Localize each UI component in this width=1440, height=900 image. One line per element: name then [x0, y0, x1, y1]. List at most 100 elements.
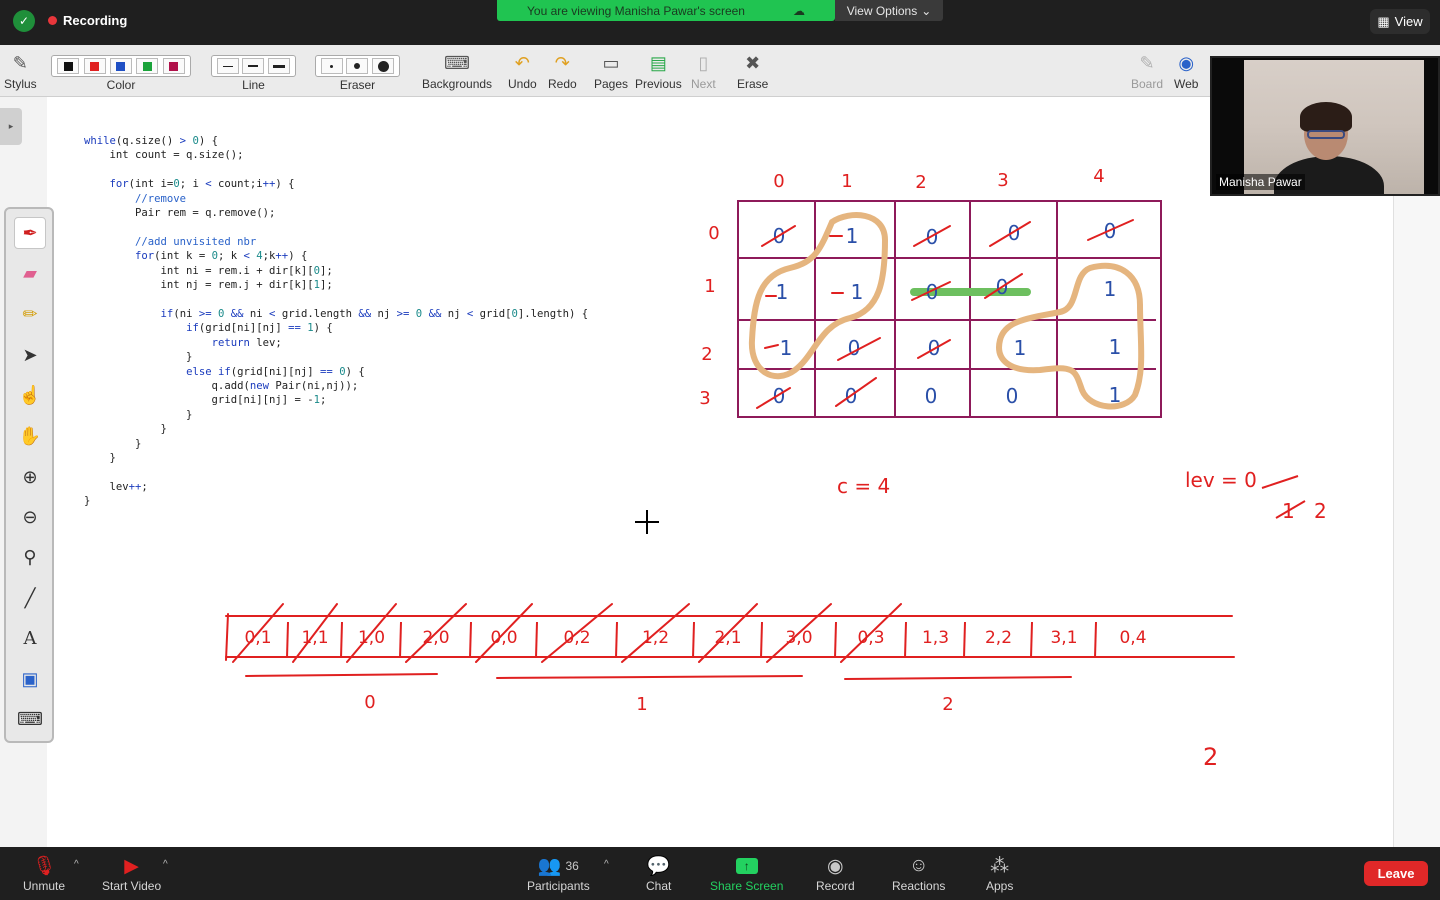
row-header: 3 [699, 388, 710, 409]
queue-cell-label: 1,2 [642, 628, 669, 648]
queue-group-underline [245, 673, 438, 677]
queue-divider [692, 621, 695, 659]
grid-cell: 1 [1109, 383, 1122, 407]
queue-divider [615, 621, 618, 659]
queue-group-label: 2 [942, 694, 953, 715]
share-screen-button[interactable]: ↑ Share Screen [710, 853, 783, 893]
reactions-button[interactable]: ☺ Reactions [892, 853, 945, 893]
person-glasses [1307, 130, 1345, 139]
queue-divider [834, 621, 837, 659]
count-note: c = 4 [837, 474, 890, 498]
queue-dividers [286, 621, 1097, 659]
person-hair [1300, 102, 1352, 132]
grid-cell: 0 [1006, 384, 1019, 408]
queue-cell-label: 0,3 [857, 628, 884, 648]
queue-divider [399, 621, 402, 659]
queue-divider [340, 621, 343, 659]
queue-cell-label: 2,1 [714, 628, 741, 648]
queue-cell-label: 0,0 [490, 628, 517, 648]
participant-video-tile[interactable]: Manisha Pawar [1210, 56, 1440, 196]
grid-cell: 0 [1008, 221, 1021, 245]
apps-icon: ⁂ [990, 855, 1010, 877]
col-header: 3 [997, 170, 1008, 191]
col-header: 4 [1093, 166, 1104, 187]
strike-mark [1261, 475, 1299, 489]
queue-strike-mark [346, 603, 397, 663]
start-video-button[interactable]: ▶ Start Video [102, 853, 162, 894]
chat-bubble-icon: 💬 [646, 856, 671, 877]
grid-cell: 1 [846, 224, 859, 248]
participants-icon: 👥 36 [537, 856, 579, 877]
queue-strike-mark [232, 603, 284, 663]
queue-divider [535, 621, 538, 659]
grid-cell: 1 [1104, 277, 1117, 301]
grid-border [737, 200, 1162, 418]
island-outlines [748, 212, 1145, 410]
row-header: 1 [704, 276, 715, 297]
queue-divider [469, 621, 472, 659]
col-header: 1 [841, 171, 852, 192]
participants-label: Participants [527, 879, 590, 893]
grid-cell: 1 [851, 280, 864, 304]
grid-cell: 1 [776, 280, 789, 304]
queue-divider [760, 621, 763, 659]
queue-strike-mark [405, 603, 467, 663]
row-header: 0 [708, 223, 719, 244]
share-screen-icon: ↑ [735, 853, 758, 879]
queue-divider [963, 621, 966, 659]
queue-strike-mark [698, 603, 758, 663]
video-options-caret-icon[interactable]: ^ [163, 859, 168, 870]
meeting-controls-bar: 🎙 Unmute ^ ▶ Start Video ^ 👥 36 Particip… [0, 847, 1440, 900]
unmute-button[interactable]: 🎙 Unmute [23, 853, 65, 893]
queue-group-underline [844, 676, 1072, 680]
row-header: 2 [701, 344, 712, 365]
queue-strike-mark [621, 603, 690, 663]
grid-cell: 1 [780, 336, 793, 360]
queue-strike-mark [475, 603, 533, 663]
apps-label: Apps [986, 879, 1014, 893]
grid-cell: 1 [1109, 335, 1122, 359]
muted-microphone-icon: 🎙 [31, 856, 57, 877]
grid-cell: 0 [925, 384, 938, 408]
queue-cell-label: 2,2 [985, 628, 1012, 648]
chat-button[interactable]: 💬 Chat [646, 853, 671, 893]
queue-cell-label: 3,0 [785, 628, 812, 648]
queue-strike-mark [292, 603, 338, 663]
reactions-label: Reactions [892, 879, 946, 893]
grid-cell: 0 [848, 336, 861, 360]
queue-divider [1094, 621, 1097, 659]
queue-cell-label: 0,4 [1119, 628, 1146, 648]
leave-meeting-button[interactable]: Leave [1364, 861, 1428, 886]
queue-group-underline [496, 675, 803, 679]
queue-divider [904, 621, 907, 659]
queue-cell-label: 0,2 [563, 628, 590, 648]
queue-cell-label: 3,1 [1050, 628, 1077, 648]
video-off-icon: ▶ [124, 855, 139, 877]
grid-lines [737, 200, 1162, 418]
queue-labels: 0,1 1,1 1,0 2,0 0,0 0,2 1,2 2,1 3,0 0,3 1,3 2,2 3,1 0… [244, 628, 1146, 648]
queue-strike-mark [541, 603, 613, 663]
record-label: Record [816, 879, 855, 893]
chat-label: Chat [646, 879, 672, 893]
grid-cell: 0 [773, 384, 786, 408]
apps-button[interactable]: ⁂ Apps [986, 853, 1014, 894]
share-screen-label: Share Screen [710, 879, 784, 893]
unmute-label: Unmute [23, 879, 66, 893]
audio-options-caret-icon[interactable]: ^ [74, 859, 79, 870]
strike-mark [764, 344, 779, 349]
record-icon: ◉ [827, 855, 844, 877]
crosshair-cursor-icon [635, 510, 659, 534]
start-video-label: Start Video [102, 879, 162, 893]
record-button[interactable]: ◉ Record [816, 853, 855, 894]
participants-caret-icon[interactable]: ^ [604, 859, 609, 870]
queue-strike-mark [840, 603, 902, 663]
participant-name-label: Manisha Pawar [1216, 174, 1305, 190]
participants-button[interactable]: 👥 36 Participants [527, 853, 590, 893]
col-header: 0 [773, 171, 784, 192]
level-note: lev = 0 [1185, 468, 1257, 492]
queue-cell-label: 1,3 [922, 628, 949, 648]
answer-note: 2 [1203, 743, 1218, 771]
queue-group-label: 0 [364, 692, 375, 713]
grid-cell: 1 [1014, 336, 1027, 360]
level-value: 2 [1314, 499, 1327, 523]
